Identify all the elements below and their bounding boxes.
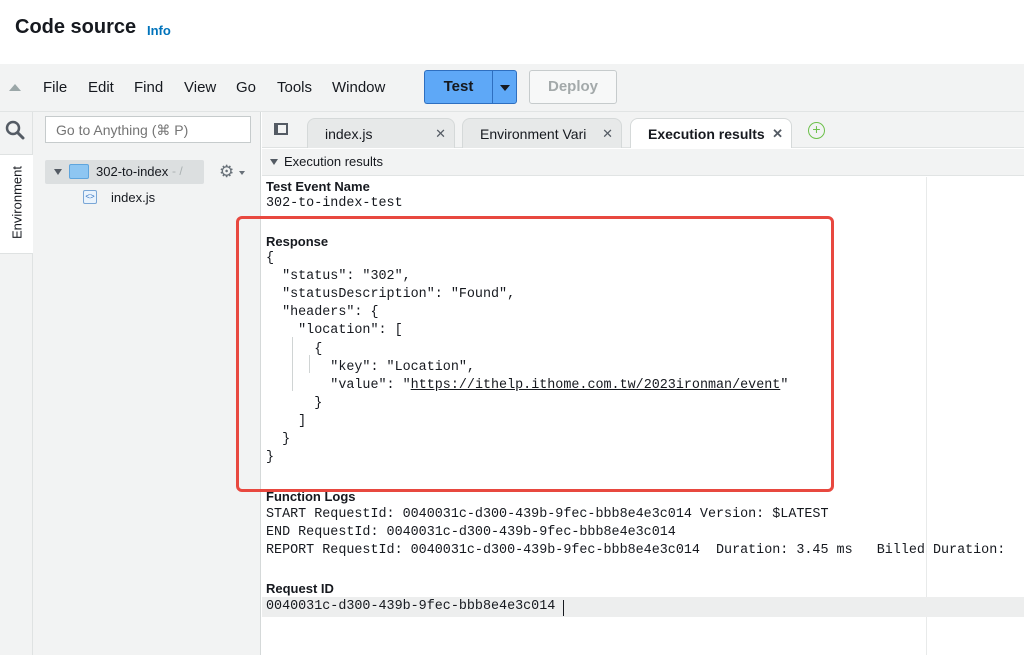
editor-tabbar: index.js ✕ Environment Vari ✕ Execution … — [262, 112, 1024, 148]
caret-down-icon — [500, 85, 510, 91]
tree-file-index-js[interactable]: index.js — [111, 190, 155, 205]
caret-down-icon[interactable] — [239, 171, 245, 175]
go-to-anything-input[interactable] — [45, 116, 251, 143]
page-header: Code source Info — [0, 0, 1024, 64]
test-event-title: Test Event Name — [266, 179, 370, 194]
tree-folder-302-to-index[interactable]: 302-to-index - / — [45, 160, 204, 184]
tab-label: index.js — [325, 126, 373, 142]
environment-tab-label: Environment — [9, 166, 25, 239]
gear-icon[interactable]: ⚙ — [219, 163, 234, 180]
folder-path: - / — [172, 164, 183, 178]
environment-tab[interactable]: Environment — [0, 154, 33, 254]
page-title: Code source — [15, 16, 137, 38]
close-icon[interactable]: ✕ — [772, 126, 783, 142]
menu-file[interactable]: File — [43, 79, 67, 96]
menu-go[interactable]: Go — [236, 79, 256, 96]
tab-execution-results[interactable]: Execution results ✕ — [630, 118, 792, 148]
menu-view[interactable]: View — [184, 79, 216, 96]
search-icon[interactable] — [5, 120, 25, 140]
text-cursor — [563, 600, 564, 616]
menu-find[interactable]: Find — [134, 79, 163, 96]
tab-list-icon[interactable] — [274, 123, 288, 135]
log-line: END RequestId: 0040031c-d300-439b-9fec-b… — [266, 525, 676, 540]
js-file-icon: <> — [83, 190, 97, 204]
add-tab-icon[interactable]: + — [808, 122, 825, 139]
chevron-down-icon[interactable] — [54, 169, 62, 175]
print-margin — [926, 177, 927, 655]
menu-tools[interactable]: Tools — [277, 79, 312, 96]
folder-label: 302-to-index — [96, 164, 169, 179]
menu-window[interactable]: Window — [332, 79, 385, 96]
info-link[interactable]: Info — [147, 23, 171, 38]
tab-label: Execution results — [648, 126, 765, 142]
file-explorer: 302-to-index - / ⚙ <> index.js — [33, 112, 261, 655]
request-id-title: Request ID — [266, 581, 334, 596]
tab-label: Environment Vari — [480, 126, 587, 142]
tab-environment-variables[interactable]: Environment Vari ✕ — [462, 118, 622, 148]
close-icon[interactable]: ✕ — [602, 126, 613, 142]
folder-icon — [69, 164, 89, 179]
test-button[interactable]: Test — [424, 70, 492, 104]
results-header-label: Execution results — [284, 154, 383, 169]
test-dropdown-button[interactable] — [492, 70, 517, 104]
request-id-value[interactable]: 0040031c-d300-439b-9fec-bbb8e4e3c014 — [266, 598, 555, 616]
menu-edit[interactable]: Edit — [88, 79, 114, 96]
tab-index-js[interactable]: index.js ✕ — [307, 118, 455, 148]
close-icon[interactable]: ✕ — [435, 126, 446, 142]
test-event-value: 302-to-index-test — [266, 196, 403, 211]
highlight-box — [236, 216, 834, 492]
results-header[interactable]: Execution results — [262, 149, 1024, 176]
chevron-down-icon[interactable] — [270, 159, 278, 165]
log-line: START RequestId: 0040031c-d300-439b-9fec… — [266, 507, 829, 522]
log-line: REPORT RequestId: 0040031c-d300-439b-9fe… — [266, 543, 1014, 558]
left-rail: Environment — [0, 112, 33, 655]
collapse-icon[interactable] — [9, 84, 21, 91]
deploy-button[interactable]: Deploy — [529, 70, 617, 104]
